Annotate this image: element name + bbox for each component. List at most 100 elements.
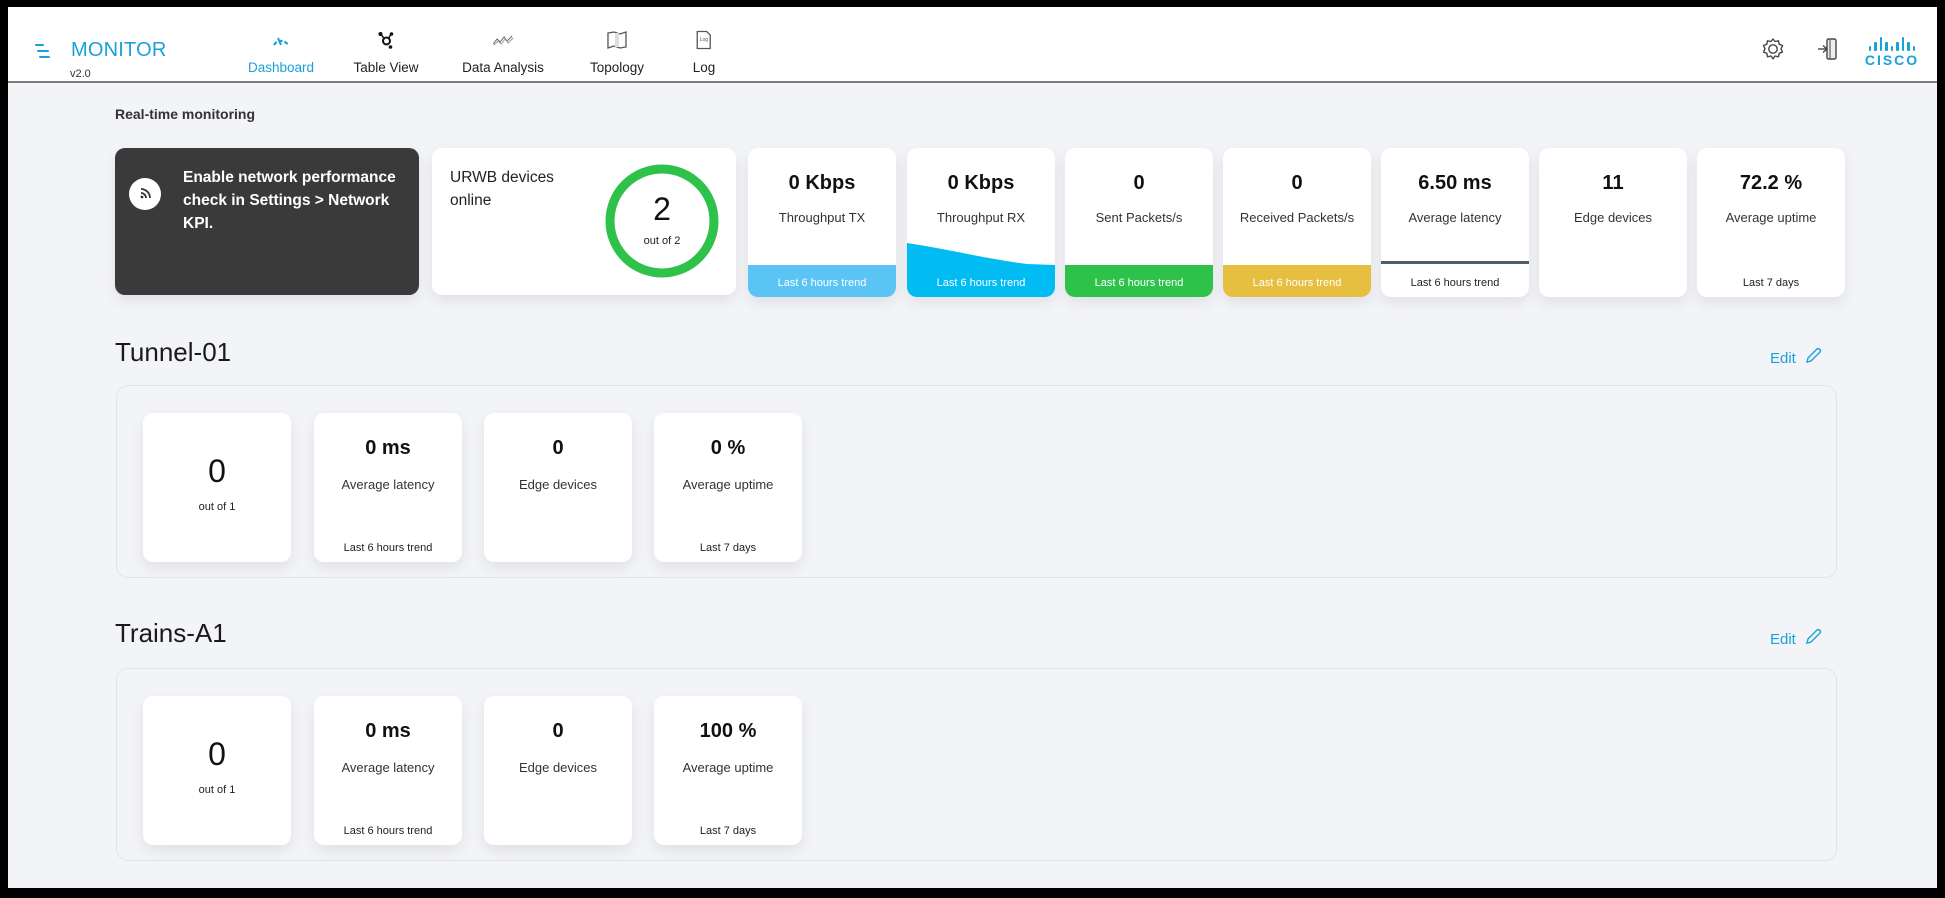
devices-online-gauge: 2 out of 2: [604, 163, 720, 279]
edit-label: Edit: [1770, 630, 1796, 648]
devices-online-total: out of 2: [643, 235, 681, 247]
kpi-value: 0 %: [710, 437, 746, 459]
logout-icon[interactable]: [1816, 37, 1840, 66]
kpi-value: 72.2 %: [1739, 172, 1803, 194]
group-devices-card[interactable]: 0 out of 1: [143, 413, 291, 562]
edit-label: Edit: [1770, 349, 1796, 367]
kpi-label: Average latency: [341, 477, 435, 492]
app-window: MONITOR v2.0 Dashboard Table View Data A…: [8, 7, 1937, 888]
kpi-value: 0: [1291, 172, 1303, 194]
brand: MONITOR: [35, 39, 166, 62]
trend-line-icon: [492, 29, 514, 51]
kpi-label: Throughput TX: [778, 210, 866, 225]
kpi-label: Throughput RX: [936, 210, 1026, 225]
kpi-footer: Last 6 hours trend: [343, 825, 433, 837]
kpi-notice-text: Enable network performance check in Sett…: [183, 169, 396, 232]
kpi-label: Edge devices: [518, 760, 598, 775]
app-title[interactable]: MONITOR: [71, 39, 166, 62]
kpi-label: Average latency: [1408, 210, 1502, 225]
log-file-icon: Log: [696, 29, 712, 51]
group-kpi-card[interactable]: 0 % Average uptime Last 7 days: [654, 413, 802, 562]
devices-total: out of 1: [198, 784, 236, 796]
kpi-label: Received Packets/s: [1239, 210, 1355, 225]
nav-log[interactable]: Log Log: [692, 29, 716, 75]
nav-table-view[interactable]: Table View: [353, 29, 419, 75]
kpi-label: Average uptime: [682, 477, 774, 492]
gear-icon[interactable]: [1761, 37, 1785, 66]
kpi-value: 0: [1133, 172, 1145, 194]
kpi-footer: Last 7 days: [699, 542, 757, 554]
devices-online-value: 2: [653, 191, 671, 227]
kpi-label: Average latency: [341, 760, 435, 775]
devices-online-value: 0: [208, 453, 226, 489]
kpi-card-edge-devices[interactable]: 11 Edge devices: [1539, 148, 1687, 297]
kpi-footer: Last 7 days: [1742, 277, 1800, 289]
devices-online-value: 0: [208, 736, 226, 772]
kpi-footer: Last 7 days: [699, 825, 757, 837]
kpi-label: Sent Packets/s: [1095, 210, 1183, 225]
svg-text:Log: Log: [700, 37, 709, 43]
nav-label: Data Analysis: [462, 60, 544, 75]
group-devices-card[interactable]: 0 out of 1: [143, 696, 291, 845]
kpi-card-sent-packets[interactable]: 0 Sent Packets/s Last 6 hours trend: [1065, 148, 1213, 297]
nav-data-analysis[interactable]: Data Analysis: [462, 29, 544, 75]
top-nav-bar: MONITOR v2.0 Dashboard Table View Data A…: [8, 7, 1937, 83]
group-title-tunnel-01: Tunnel-01: [115, 337, 232, 367]
kpi-value: 0 Kbps: [947, 172, 1015, 194]
kpi-footer: Last 6 hours trend: [1410, 277, 1500, 289]
kpi-label: Edge devices: [1573, 210, 1653, 225]
kpi-value: 0 ms: [365, 720, 411, 742]
kpi-value: 11: [1602, 172, 1624, 194]
kpi-card-average-latency[interactable]: 6.50 ms Average latency Last 6 hours tren…: [1381, 148, 1529, 297]
pencil-icon: [1804, 628, 1822, 650]
kpi-value: 0: [552, 720, 564, 742]
wifi-signal-icon: [129, 178, 161, 210]
kpi-footer: Last 6 hours trend: [777, 277, 867, 289]
kpi-footer: Last 6 hours trend: [1094, 277, 1184, 289]
kpi-value: 0 Kbps: [788, 172, 856, 194]
app-version: v2.0: [70, 68, 91, 80]
kpi-card-throughput-tx[interactable]: 0 Kbps Throughput TX Last 6 hours trend: [748, 148, 896, 297]
map-icon: [607, 29, 627, 51]
kpi-footer: Last 6 hours trend: [343, 542, 433, 554]
edit-group-button[interactable]: Edit: [1770, 628, 1822, 650]
nav-topology[interactable]: Topology: [590, 29, 644, 75]
kpi-footer: Last 6 hours trend: [1252, 277, 1342, 289]
nav-dashboard[interactable]: Dashboard: [248, 29, 314, 75]
pencil-icon: [1804, 347, 1822, 369]
kpi-card-throughput-rx[interactable]: 0 Kbps Throughput RX Last 6 hours trend: [907, 148, 1055, 297]
kpi-value: 6.50 ms: [1418, 172, 1492, 194]
kpi-notice-card[interactable]: Enable network performance check in Sett…: [115, 148, 419, 295]
kpi-value: 0 ms: [365, 437, 411, 459]
trend-line: [1381, 261, 1529, 264]
nav-label: Table View: [353, 60, 419, 75]
group-kpi-card[interactable]: 100 % Average uptime Last 7 days: [654, 696, 802, 845]
hamburger-menu-icon[interactable]: [35, 43, 57, 59]
edit-group-button[interactable]: Edit: [1770, 347, 1822, 369]
nav-label: Log: [692, 60, 716, 75]
network-node-icon: [377, 29, 395, 51]
kpi-value: 0: [552, 437, 564, 459]
kpi-value: 100 %: [699, 720, 757, 742]
group-kpi-card[interactable]: 0 Edge devices: [484, 696, 632, 845]
nav-label: Dashboard: [247, 60, 315, 75]
kpi-label: Average uptime: [682, 760, 774, 775]
cisco-logo[interactable]: CISCO: [1860, 37, 1924, 68]
realtime-section-label: Real-time monitoring: [115, 106, 256, 122]
group-kpi-card[interactable]: 0 ms Average latency Last 6 hours trend: [314, 413, 462, 562]
kpi-label: Edge devices: [518, 477, 598, 492]
group-title-trains-a1: Trains-A1: [115, 618, 227, 648]
group-kpi-card[interactable]: 0 ms Average latency Last 6 hours trend: [314, 696, 462, 845]
kpi-footer: Last 6 hours trend: [936, 277, 1026, 289]
gauge-icon: [271, 29, 291, 51]
cisco-bars-icon: [1860, 37, 1924, 51]
cisco-wordmark: CISCO: [1864, 52, 1920, 68]
group-kpi-card[interactable]: 0 Edge devices: [484, 413, 632, 562]
nav-label: Topology: [589, 60, 645, 75]
devices-total: out of 1: [198, 501, 236, 513]
kpi-card-average-uptime[interactable]: 72.2 % Average uptime Last 7 days: [1697, 148, 1845, 297]
kpi-label: Average uptime: [1725, 210, 1817, 225]
devices-online-title: URWB devices online: [450, 169, 554, 209]
kpi-card-received-packets[interactable]: 0 Received Packets/s Last 6 hours trend: [1223, 148, 1371, 297]
devices-online-card: URWB devices online 2 out of 2: [432, 148, 736, 295]
